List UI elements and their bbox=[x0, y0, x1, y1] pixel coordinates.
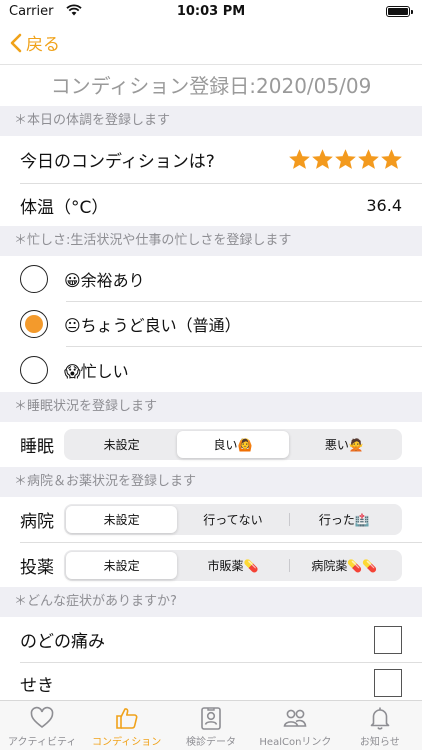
condition-row: 今日のコンディションは? bbox=[0, 136, 422, 183]
tab-activity[interactable]: アクティビティ bbox=[0, 701, 84, 750]
page-title: コンディション登録日:2020/05/09 bbox=[0, 64, 422, 106]
profile-card-icon bbox=[201, 707, 221, 730]
symptom-label: のどの痛み bbox=[20, 632, 105, 652]
temperature-row[interactable]: 体温（°C） 36.4 bbox=[0, 184, 422, 226]
heart-icon bbox=[30, 706, 54, 729]
radio-button[interactable] bbox=[20, 310, 48, 338]
symptom-checkbox[interactable] bbox=[374, 625, 402, 654]
people-icon bbox=[284, 709, 307, 727]
medication-row: 投薬 未設定 市販薬💊 病院薬💊💊 bbox=[0, 543, 422, 587]
busyness-option-label: 😱忙しい bbox=[64, 361, 129, 381]
tab-bar: アクティビティ コンディション 検診データ HealConリンク お知らせ bbox=[0, 700, 422, 750]
busyness-option-label: 😐ちょうど良い（普通） bbox=[64, 316, 241, 335]
chevron-left-icon bbox=[10, 33, 22, 52]
star-rating[interactable] bbox=[289, 149, 402, 170]
tab-condition[interactable]: コンディション bbox=[84, 701, 168, 750]
temperature-value[interactable]: 36.4 bbox=[366, 196, 402, 215]
back-button[interactable]: 戻る bbox=[10, 30, 60, 55]
radio-button[interactable] bbox=[20, 355, 48, 384]
thumbs-up-icon bbox=[115, 708, 138, 729]
nav-bar: 戻る bbox=[0, 24, 422, 64]
tab-label: お知らせ bbox=[359, 737, 400, 748]
medication-option[interactable]: 未設定 bbox=[66, 551, 178, 579]
tab-label: コンディション bbox=[91, 737, 162, 748]
star-icon[interactable] bbox=[381, 149, 402, 170]
tab-label: 検診データ bbox=[186, 737, 237, 748]
symptom-row-1[interactable]: せき bbox=[0, 663, 422, 703]
medication-label: 投薬 bbox=[20, 557, 54, 578]
condition-label: 今日のコンディションは? bbox=[20, 152, 215, 172]
symptom-checkbox[interactable] bbox=[374, 669, 402, 697]
medication-option[interactable]: 病院薬💊💊 bbox=[288, 552, 400, 579]
symptom-row-0[interactable]: のどの痛み bbox=[0, 617, 422, 662]
section-header-sleep: ＊睡眠状況を登録します bbox=[0, 392, 422, 422]
busyness-option-0[interactable]: 😀余裕あり bbox=[0, 256, 422, 302]
busyness-option-2[interactable]: 😱忙しい bbox=[0, 347, 422, 392]
status-time: 10:03 PM bbox=[176, 4, 246, 19]
hospital-segmented-control[interactable]: 未設定 行ってない 行った🏥 bbox=[64, 504, 402, 535]
star-icon[interactable] bbox=[312, 149, 333, 170]
sleep-option[interactable]: 未設定 bbox=[66, 431, 177, 458]
hospital-option[interactable]: 行った🏥 bbox=[288, 506, 400, 533]
star-icon[interactable] bbox=[289, 149, 310, 170]
busyness-option-1[interactable]: 😐ちょうど良い（普通） bbox=[0, 302, 422, 346]
tab-label: HealConリンク bbox=[259, 737, 332, 748]
sleep-segmented-control[interactable]: 未設定 良い🙆 悪い🙅 bbox=[64, 429, 402, 460]
symptom-label: せき bbox=[20, 675, 54, 696]
hospital-row: 病院 未設定 行ってない 行った🏥 bbox=[0, 497, 422, 542]
medication-option[interactable]: 市販薬💊 bbox=[177, 552, 288, 579]
radio-button[interactable] bbox=[20, 265, 48, 293]
sleep-option[interactable]: 悪い🙅 bbox=[289, 431, 400, 458]
sleep-row: 睡眠 未設定 良い🙆 悪い🙅 bbox=[0, 422, 422, 467]
medication-segmented-control[interactable]: 未設定 市販薬💊 病院薬💊💊 bbox=[64, 549, 402, 581]
section-header-health: ＊本日の体調を登録します bbox=[0, 106, 422, 136]
tab-healcon-link[interactable]: HealConリンク bbox=[253, 701, 337, 750]
sleep-option[interactable]: 良い🙆 bbox=[177, 431, 289, 458]
section-header-busyness: ＊忙しさ:生活状況や仕事の忙しさを登録します bbox=[0, 226, 422, 256]
battery-icon bbox=[386, 6, 413, 17]
bell-icon bbox=[370, 707, 390, 730]
hospital-label: 病院 bbox=[20, 512, 54, 532]
hospital-option[interactable]: 行ってない bbox=[177, 506, 288, 533]
tab-label: アクティビティ bbox=[8, 737, 77, 748]
temperature-label: 体温（°C） bbox=[20, 197, 109, 218]
status-bar: Carrier 10:03 PM bbox=[0, 0, 422, 24]
star-icon[interactable] bbox=[335, 149, 356, 170]
section-header-hospital: ＊病院＆お薬状況を登録します bbox=[0, 467, 422, 497]
busyness-option-label: 😀余裕あり bbox=[64, 271, 145, 290]
back-label: 戻る bbox=[26, 35, 60, 55]
section-header-symptoms: ＊どんな症状がありますか? bbox=[0, 587, 422, 617]
star-icon[interactable] bbox=[358, 149, 379, 170]
tab-checkup-data[interactable]: 検診データ bbox=[169, 701, 253, 750]
hospital-option[interactable]: 未設定 bbox=[66, 506, 178, 533]
tab-notifications[interactable]: お知らせ bbox=[338, 701, 422, 750]
sleep-label: 睡眠 bbox=[20, 437, 54, 457]
